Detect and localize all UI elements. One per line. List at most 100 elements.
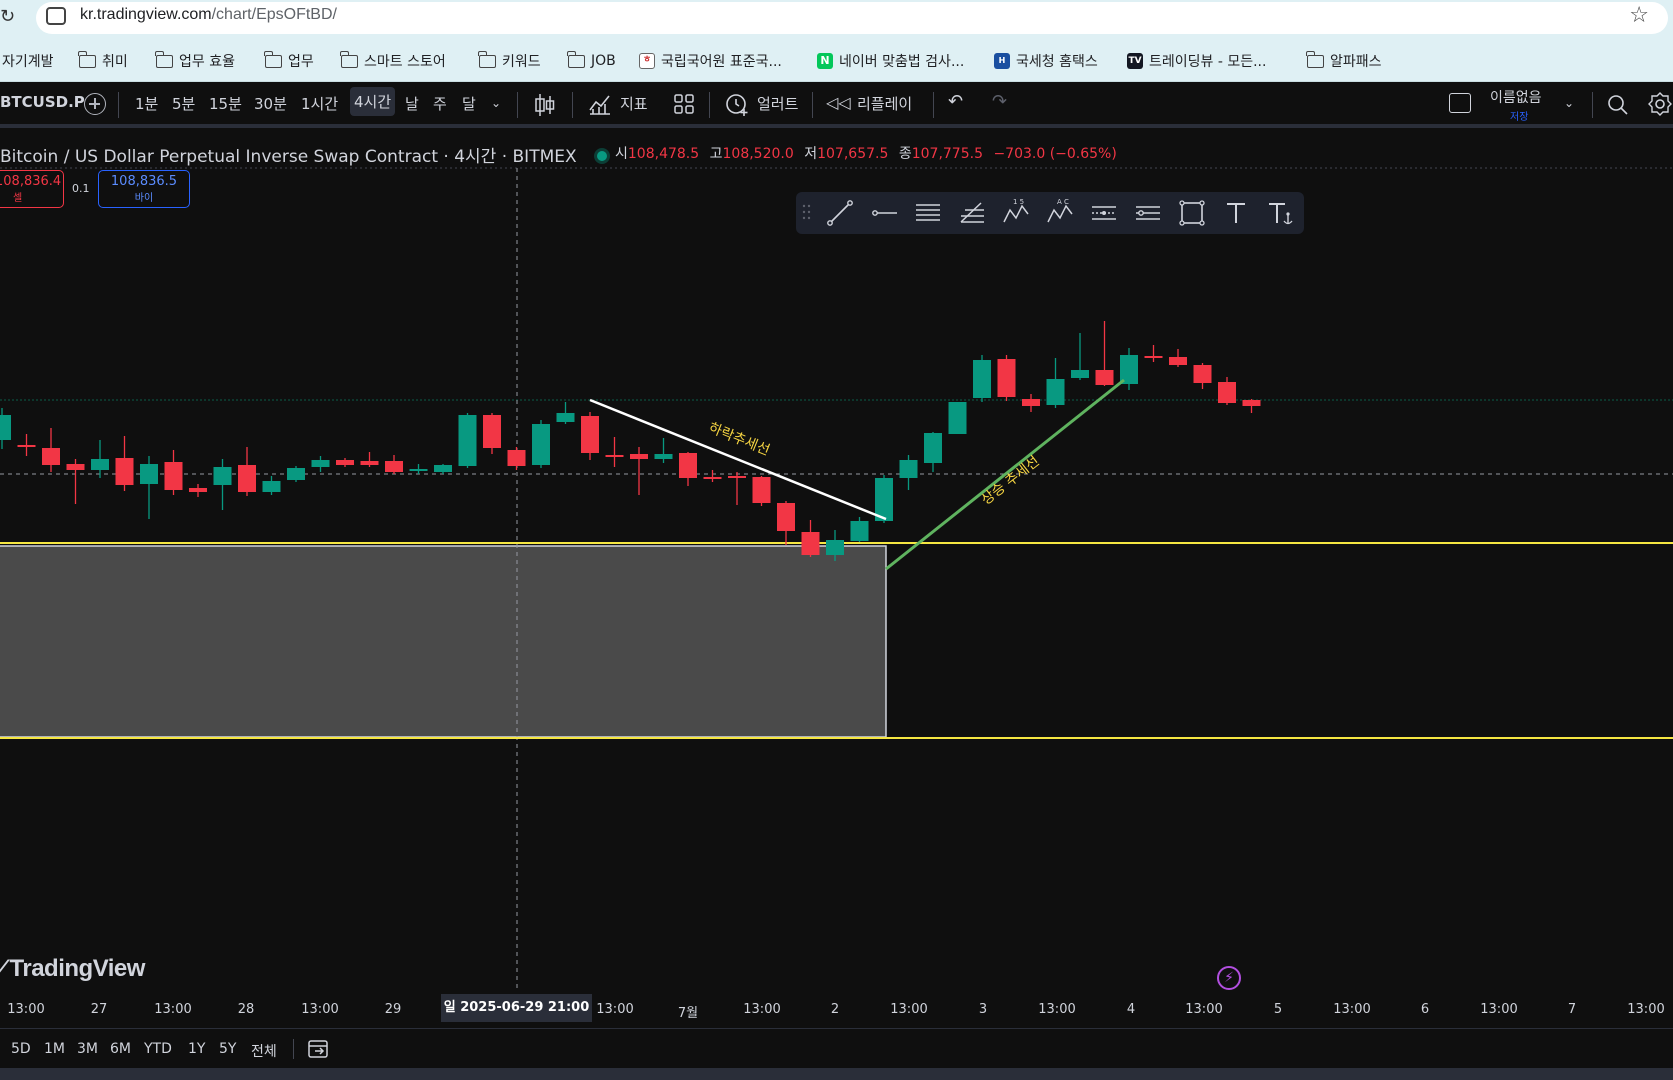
url-text[interactable]: kr.tradingview.com/chart/EpsOFtBD/ [80,6,337,24]
bookmark-item[interactable]: 스마트 스토어 [340,50,446,71]
bookmark-item[interactable]: N 네이버 맞춤법 검사... [817,51,964,71]
layout-name[interactable]: 이름없음 [1490,87,1542,107]
series-legend[interactable]: Bitcoin / US Dollar Perpetual Inverse Sw… [0,142,625,167]
indicators-icon[interactable] [588,92,612,116]
range-button[interactable]: 5D [11,1041,31,1057]
interval-button[interactable]: 1분 [135,93,158,114]
alert-button[interactable]: 얼러트 [757,93,798,114]
downtrend-line[interactable] [589,398,887,521]
layout-save-status[interactable]: 저장 [1510,108,1528,123]
time-tick-label: 13:00 [154,1002,192,1017]
reload-icon[interactable]: ↻ [0,6,15,27]
layout-grid-icon[interactable] [672,92,696,116]
bookmark-label: 트레이딩뷰 - 모든... [1149,54,1267,70]
divider [709,92,710,118]
time-tick-label: 7월 [677,1006,699,1021]
rectangle-icon[interactable] [1177,198,1207,228]
time-tick-label: 7 [1567,1002,1577,1017]
svg-text:A C: A C [1057,198,1069,206]
quick-search-icon[interactable] [1605,92,1629,116]
range-button[interactable]: 1Y [188,1041,205,1057]
bookmark-item[interactable]: ㅎ 국립국어원 표준국... [639,51,782,71]
redo-icon[interactable]: ↷ [992,91,1007,112]
bookmark-item[interactable]: 취미 [78,50,128,71]
bookmark-item[interactable]: 업무 효율 [155,50,235,71]
sell-button[interactable]: 108,836.4 셀 [0,170,64,208]
anchored-text-icon[interactable] [1265,198,1295,228]
interval-button[interactable]: 주 [433,93,447,114]
range-button[interactable]: 전체 [251,1041,277,1061]
time-tick-label: 13:00 [1627,1002,1665,1017]
xabcd-pattern-icon[interactable]: 1 5 [1001,198,1031,228]
drag-handle-icon[interactable] [802,204,812,222]
buy-button[interactable]: 108,836.5 바이 [98,170,190,208]
symbol-search-button[interactable]: BTCUSD.P [0,93,85,111]
bookmark-item[interactable]: JOB [567,50,616,71]
range-button[interactable]: 1M [44,1041,65,1057]
rewind-icon[interactable]: ◁◁ [826,93,851,112]
candle-body [409,469,428,471]
folder-icon [264,50,282,68]
bookmark-item[interactable]: H 국세청 홈택스 [994,51,1098,71]
price-range-icon[interactable] [1089,198,1119,228]
candle-body [287,468,305,480]
range-button[interactable]: YTD [144,1041,172,1057]
lightning-bolt-icon[interactable]: ⚡ [1217,966,1241,990]
interval-button[interactable]: 날 [405,93,419,114]
bookmark-item[interactable]: 키워드 [478,50,541,71]
interval-button[interactable]: 5분 [172,93,195,114]
interval-button-selected[interactable]: 4시간 [350,87,396,116]
date-range-bar: 5D 1M 3M 6M YTD 1Y 5Y 전체 [0,1028,1673,1068]
bookmark-star-icon[interactable]: ☆ [1629,3,1649,28]
undo-icon[interactable]: ↶ [948,91,963,112]
zone-rectangle[interactable] [0,545,887,738]
low-value: 107,657.5 [817,146,889,162]
price-chart[interactable]: 하락추세선 상승 추세선 [0,128,1673,1068]
chart-toolbar: BTCUSD.P 1분 5분 15분 30분 1시간 4시간 날 주 달 ⌄ 지… [0,82,1673,128]
horizontal-ray-icon[interactable] [869,198,899,228]
trend-line-icon[interactable] [825,198,855,228]
browser-url-bar: ↻ kr.tradingview.com/chart/EpsOFtBD/ ☆ [0,0,1673,40]
bookmark-item[interactable]: TV 트레이딩뷰 - 모든... [1127,51,1266,71]
chevron-down-icon[interactable]: ⌄ [491,96,501,110]
chevron-down-icon[interactable]: ⌄ [1564,96,1574,110]
interval-button[interactable]: 15분 [209,93,242,114]
compare-add-icon[interactable] [84,93,106,115]
range-button[interactable]: 5Y [219,1041,236,1057]
interval-button[interactable]: 30분 [254,93,287,114]
bookmark-item[interactable]: 알파패스 [1306,50,1382,71]
text-tool-icon[interactable] [1221,198,1251,228]
settings-gear-icon[interactable] [1648,92,1672,116]
naver-icon: N [817,53,833,69]
time-axis[interactable]: 13:00 27 13:00 28 13:00 29 13:00 7월 13:0… [0,996,1673,1024]
layout-select-icon[interactable] [1449,93,1471,113]
candle-style-icon[interactable] [533,92,557,118]
replay-button[interactable]: 리플레이 [857,93,912,114]
candle-body [42,448,60,465]
alarm-clock-icon[interactable] [724,91,750,117]
indicators-button[interactable]: 지표 [620,93,648,114]
range-button[interactable]: 6M [110,1041,131,1057]
parallel-channel-icon[interactable] [913,198,943,228]
bookmark-item[interactable]: 자기계발 [2,51,54,71]
order-quantity[interactable]: 0.1 [72,182,90,195]
candle-body [140,464,158,484]
candle-body [728,476,746,478]
range-button[interactable]: 3M [77,1041,98,1057]
goto-date-icon[interactable] [307,1038,331,1060]
tradingview-watermark[interactable]: ⁄ TradingView [0,955,145,983]
elliott-wave-icon[interactable]: A C [1045,198,1075,228]
site-settings-icon[interactable] [46,7,66,25]
chart-pane[interactable]: 하락추세선 상승 추세선 [0,128,1673,1068]
interval-button[interactable]: 1시간 [301,93,338,114]
candle-body [532,424,550,465]
long-position-icon[interactable] [1133,198,1163,228]
time-tick-label: 6 [1420,1002,1430,1017]
fib-retracement-icon[interactable] [957,198,987,228]
candle-body [1218,382,1236,403]
bookmark-item[interactable]: 업무 [264,50,314,71]
bottom-panel-strip [0,1068,1673,1080]
candle-body [213,467,232,485]
interval-button[interactable]: 달 [462,93,476,114]
time-tick-label: 5 [1273,1002,1283,1017]
